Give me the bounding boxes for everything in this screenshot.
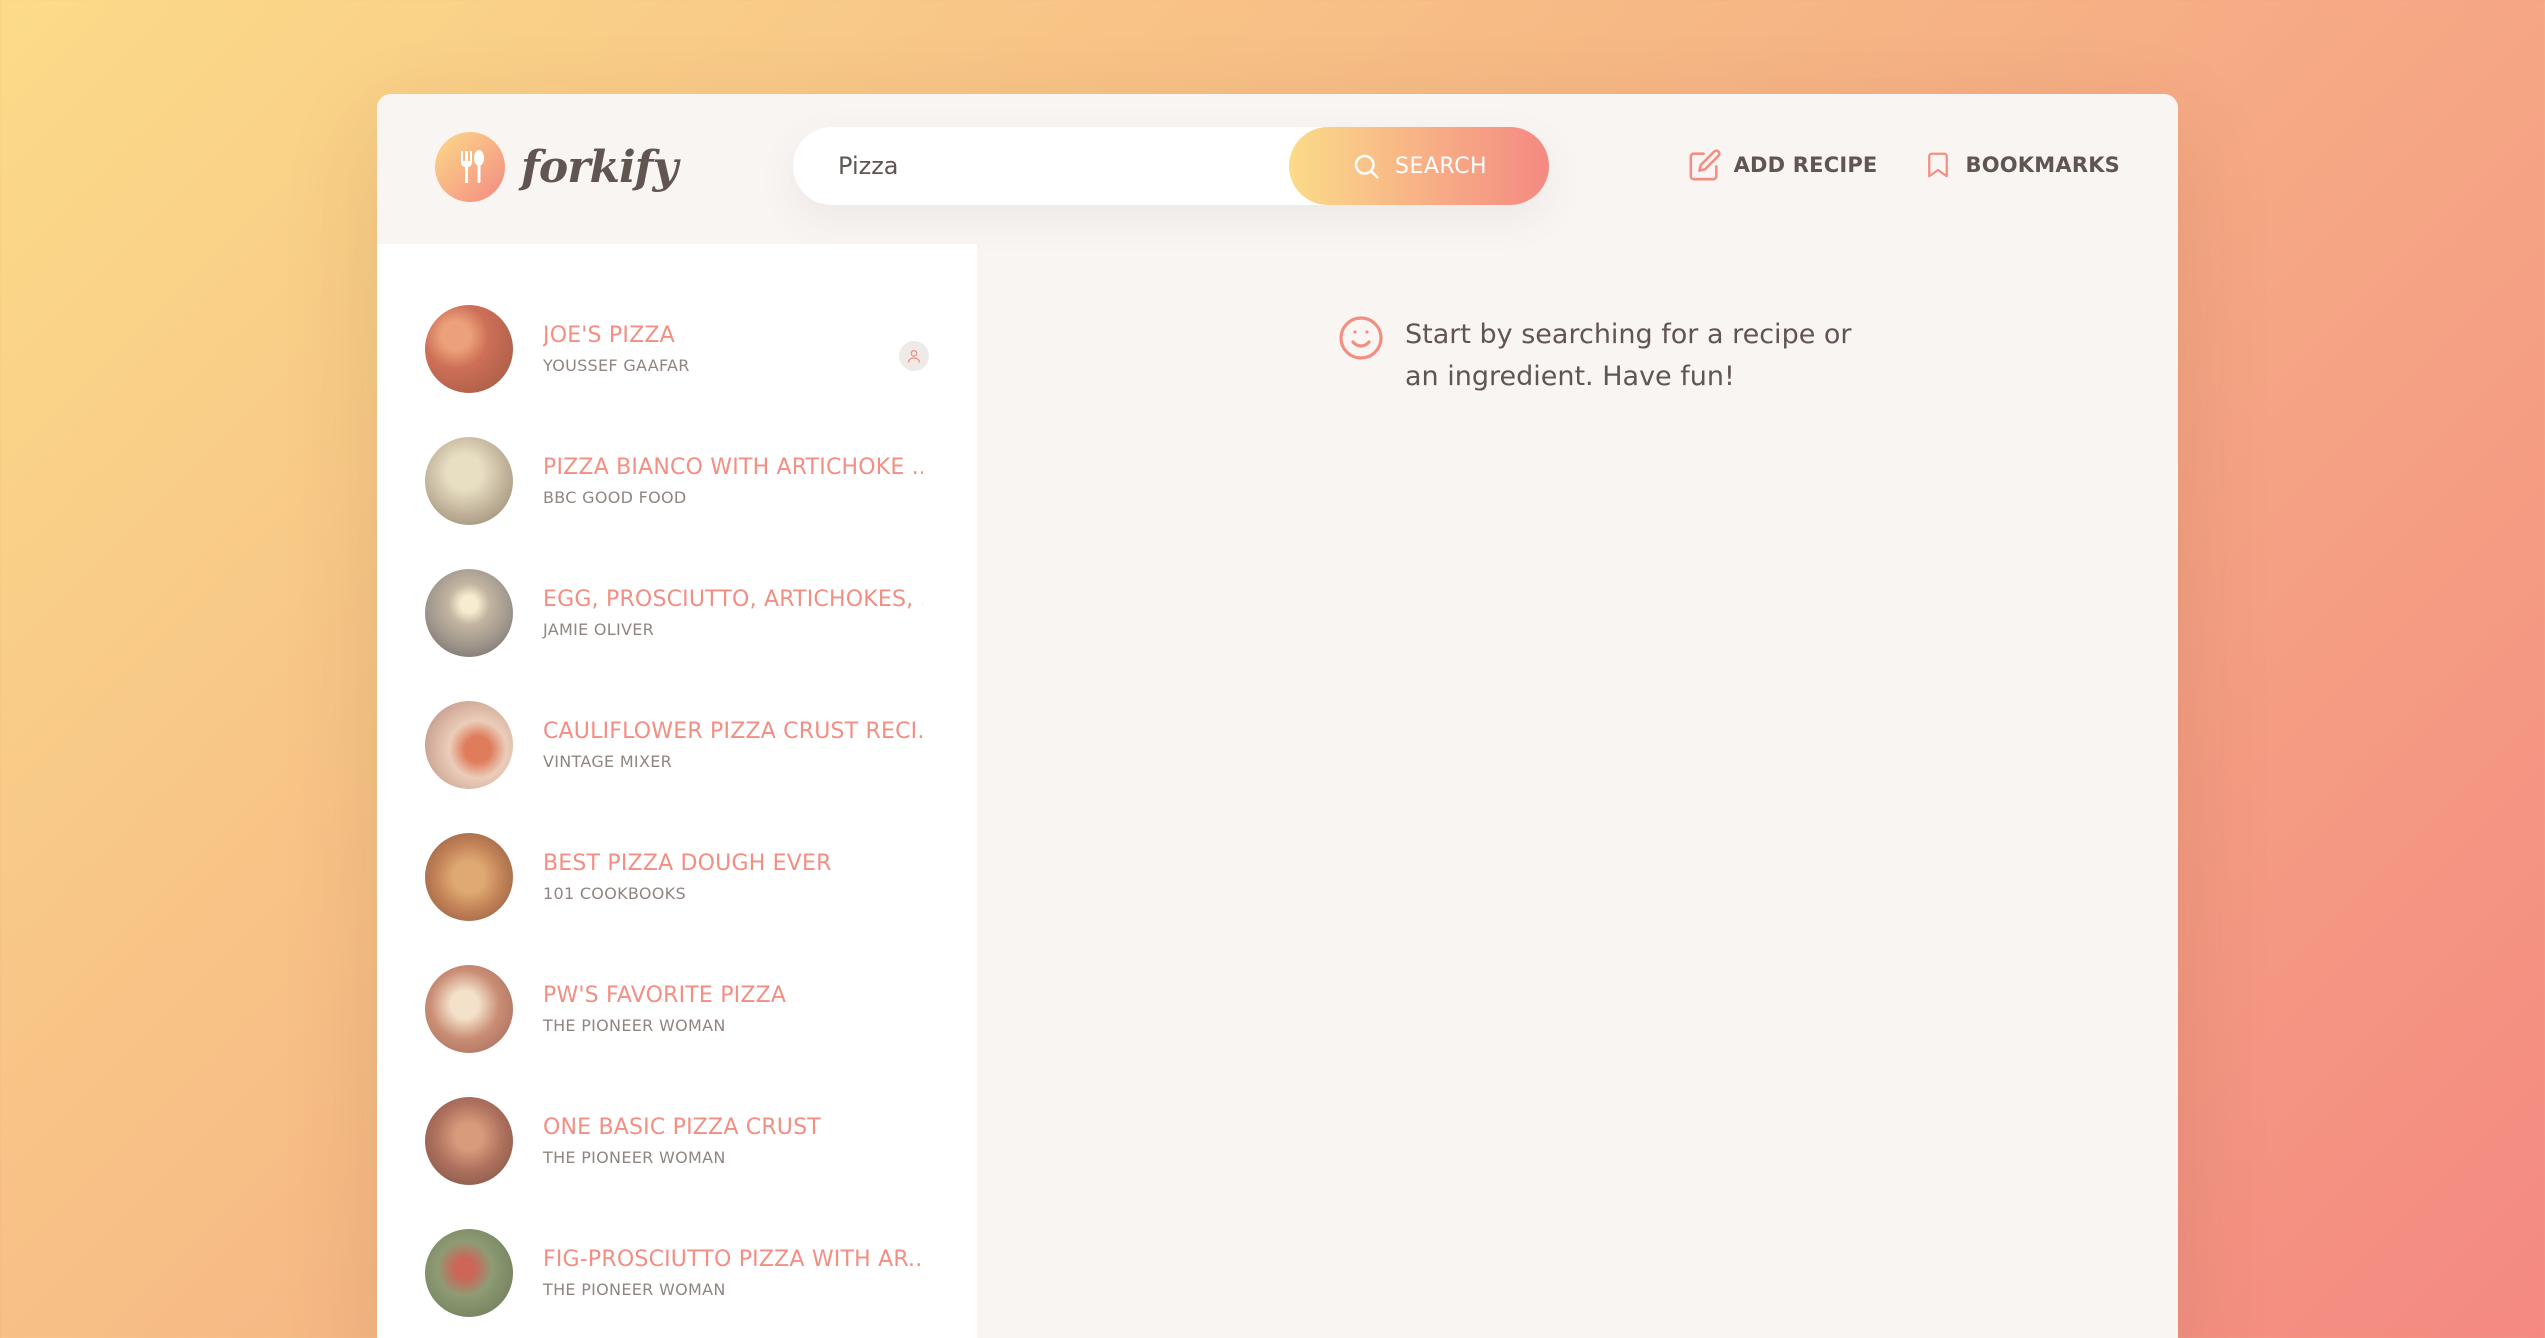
result-publisher: THE PIONEER WOMAN	[543, 1148, 726, 1167]
search-icon	[1354, 154, 1379, 179]
recipe-thumbnail	[425, 833, 513, 921]
message-text: Start by searching for a recipe or an in…	[1405, 319, 1852, 392]
recipe-thumbnail	[425, 437, 513, 525]
add-recipe-button[interactable]: ADD RECIPE	[1688, 148, 1878, 182]
add-recipe-label: ADD RECIPE	[1733, 153, 1878, 177]
recipe-thumbnail	[425, 965, 513, 1053]
result-item[interactable]: BEST PIZZA DOUGH EVER 101 COOKBOOKS	[377, 811, 977, 943]
start-message: Start by searching for a recipe or an in…	[1337, 314, 1865, 398]
brand-name: forkify	[521, 141, 678, 193]
result-title: JOE'S PIZZA	[543, 323, 675, 348]
result-publisher: BBC GOOD FOOD	[543, 488, 687, 507]
result-title: ONE BASIC PIZZA CRUST	[543, 1115, 821, 1140]
recipe-thumbnail	[425, 1097, 513, 1185]
result-title: EGG, PROSCIUTTO, ARTICHOKES, ...	[543, 587, 923, 612]
nav: ADD RECIPE BOOKMARKS	[1688, 148, 2120, 182]
bookmark-icon	[1928, 152, 1949, 178]
result-publisher: 101 COOKBOOKS	[543, 884, 686, 903]
user-generated-badge	[899, 341, 929, 371]
result-title: BEST PIZZA DOUGH EVER	[543, 851, 832, 876]
recipe-thumbnail	[425, 701, 513, 789]
recipe-thumbnail	[425, 1229, 513, 1317]
edit-icon	[1689, 149, 1721, 181]
smile-icon	[1339, 316, 1383, 360]
result-item[interactable]: FIG-PROSCIUTTO PIZZA WITH AR... THE PION…	[377, 1207, 977, 1338]
app-container: forkify SEARCH ADD RECIPE	[377, 94, 2178, 1338]
fork-spoon-icon	[435, 132, 505, 202]
result-item[interactable]: CAULIFLOWER PIZZA CRUST RECI... VINTAGE …	[377, 679, 977, 811]
result-publisher: THE PIONEER WOMAN	[543, 1280, 726, 1299]
user-icon	[908, 350, 920, 363]
recipe-thumbnail	[425, 569, 513, 657]
result-publisher: YOUSSEF GAAFAR	[543, 356, 690, 375]
result-item[interactable]: EGG, PROSCIUTTO, ARTICHOKES, ... JAMIE O…	[377, 547, 977, 679]
bookmarks-button[interactable]: BOOKMARKS	[1923, 148, 2120, 182]
result-item[interactable]: PIZZA BIANCO WITH ARTICHOKE ... BBC GOOD…	[377, 415, 977, 547]
result-title: PW'S FAVORITE PIZZA	[543, 983, 787, 1008]
search-results: JOE'S PIZZA YOUSSEF GAAFAR PIZZA BIANCO …	[377, 244, 977, 1338]
result-title: FIG-PROSCIUTTO PIZZA WITH AR...	[543, 1247, 923, 1272]
search-button-label: SEARCH	[1394, 153, 1487, 179]
logo[interactable]: forkify	[435, 132, 678, 202]
result-item[interactable]: JOE'S PIZZA YOUSSEF GAAFAR	[377, 283, 977, 415]
result-title: CAULIFLOWER PIZZA CRUST RECI...	[543, 719, 923, 744]
result-publisher: THE PIONEER WOMAN	[543, 1016, 726, 1035]
result-publisher: VINTAGE MIXER	[543, 752, 673, 771]
result-title: PIZZA BIANCO WITH ARTICHOKE ...	[543, 455, 923, 480]
result-item[interactable]: PW'S FAVORITE PIZZA THE PIONEER WOMAN	[377, 943, 977, 1075]
search-button[interactable]: SEARCH	[1289, 127, 1549, 205]
header: forkify SEARCH ADD RECIPE	[377, 94, 2178, 244]
result-publisher: JAMIE OLIVER	[543, 620, 655, 639]
bookmarks-label: BOOKMARKS	[1965, 153, 2120, 177]
recipe-thumbnail	[425, 305, 513, 393]
search-form: SEARCH	[793, 127, 1549, 205]
result-item[interactable]: ONE BASIC PIZZA CRUST THE PIONEER WOMAN	[377, 1075, 977, 1207]
search-input[interactable]	[793, 127, 1289, 205]
